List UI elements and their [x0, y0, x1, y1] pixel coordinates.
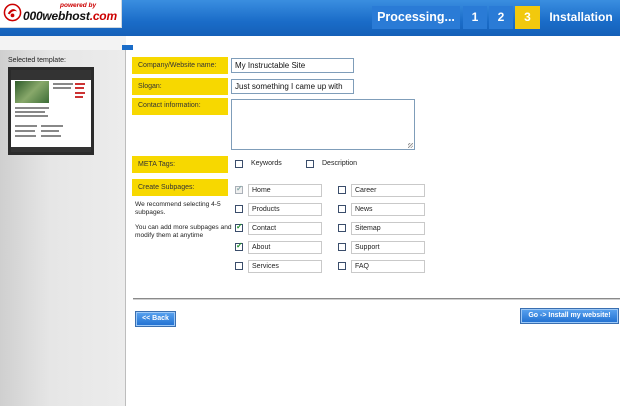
subpage-career-checkbox[interactable] — [338, 186, 346, 194]
subpages-modify-note: You can add more subpages and modify the… — [135, 224, 232, 239]
template-thumbnail[interactable] — [8, 67, 94, 155]
subpage-home-name[interactable]: Home — [248, 184, 322, 197]
subpage-support-checkbox[interactable] — [338, 243, 346, 251]
preview-line — [75, 92, 85, 94]
subpage-sitemap-checkbox[interactable] — [338, 224, 346, 232]
preview-line — [15, 107, 49, 109]
install-website-button[interactable]: Go -> Install my website! — [520, 308, 619, 324]
subpage-career-name[interactable]: Career — [351, 184, 425, 197]
preview-line — [75, 83, 85, 85]
subpage-faq-name[interactable]: FAQ — [351, 260, 425, 273]
contact-info-textarea[interactable] — [231, 99, 415, 150]
subpage-services-checkbox[interactable] — [235, 262, 243, 270]
subpage-news-name[interactable]: News — [351, 203, 425, 216]
meta-keywords-label: Keywords — [251, 160, 282, 167]
resize-grip-icon[interactable] — [408, 143, 413, 148]
selected-template-label: Selected template: — [8, 57, 66, 64]
preview-line — [15, 135, 36, 137]
preview-line — [41, 130, 59, 132]
slogan-input[interactable]: Just something I came up with — [231, 79, 354, 94]
subpage-contact-name[interactable]: Contact — [248, 222, 322, 235]
subpage-faq-checkbox[interactable] — [338, 262, 346, 270]
header-bar: powered by 000webhost.com Processing... … — [0, 0, 620, 36]
preview-line — [53, 83, 73, 85]
subpage-about-checkbox[interactable] — [235, 241, 243, 251]
logo[interactable]: powered by 000webhost.com — [0, 0, 122, 28]
subpages-recommend-note: We recommend selecting 4-5 subpages. — [135, 201, 221, 216]
left-sidebar: Selected template: — [0, 36, 126, 406]
meta-description-label: Description — [322, 160, 358, 167]
step-processing: Processing... — [372, 6, 460, 29]
subpage-contact-checkbox[interactable] — [235, 222, 243, 232]
step-1: 1 — [463, 6, 487, 29]
powered-by-text: powered by — [60, 2, 97, 9]
step-2: 2 — [489, 6, 513, 29]
subpage-sitemap-name[interactable]: Sitemap — [351, 222, 425, 235]
meta-tags-label: META Tags: — [132, 156, 228, 173]
preview-line — [53, 87, 71, 89]
subpage-home-checkbox — [235, 184, 243, 194]
company-name-label: Company/Website name: — [132, 57, 228, 74]
template-preview — [11, 70, 91, 152]
subpage-news-checkbox[interactable] — [338, 205, 346, 213]
create-subpages-label: Create Subpages: — [132, 179, 228, 196]
sidebar-top-strip — [0, 36, 126, 50]
back-button[interactable]: << Back — [135, 311, 176, 327]
preview-line — [15, 130, 35, 132]
subpage-about-name[interactable]: About — [248, 241, 322, 254]
header-tab-marker — [122, 45, 133, 50]
subpage-support-name[interactable]: Support — [351, 241, 425, 254]
meta-keywords-checkbox[interactable] — [235, 160, 243, 168]
company-name-input[interactable]: My Instructable Site — [231, 58, 354, 73]
template-preview-header — [11, 70, 91, 80]
preview-line — [75, 87, 84, 89]
preview-line — [75, 96, 83, 98]
template-preview-footer — [11, 147, 91, 152]
step-installation: Installation — [549, 10, 613, 24]
subpage-products-name[interactable]: Products — [248, 203, 322, 216]
subpage-products-checkbox[interactable] — [235, 205, 243, 213]
logo-text: 000webhost.com — [23, 9, 117, 23]
logo-swirl-icon — [3, 3, 22, 22]
step-3-active: 3 — [515, 6, 540, 29]
form-divider — [133, 298, 620, 300]
meta-description-checkbox[interactable] — [306, 160, 314, 168]
subpage-services-name[interactable]: Services — [248, 260, 322, 273]
preview-line — [41, 135, 61, 137]
preview-line — [15, 111, 45, 113]
preview-line — [41, 125, 63, 127]
contact-info-label: Contact information: — [132, 98, 228, 115]
template-preview-image — [15, 81, 49, 103]
slogan-label: Slogan: — [132, 78, 228, 95]
preview-line — [15, 125, 37, 127]
preview-line — [15, 115, 48, 117]
